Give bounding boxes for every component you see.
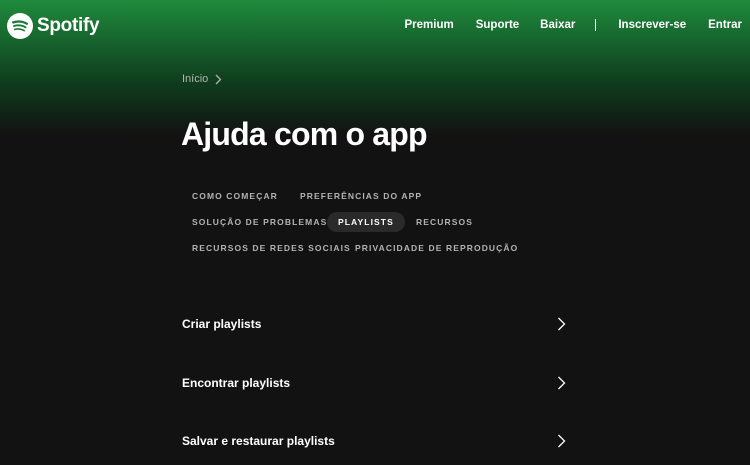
page-title: Ajuda com o app [181, 116, 428, 152]
article-label: Salvar e restaurar playlists [182, 434, 335, 448]
tab-recursos[interactable]: RECURSOS [416, 212, 473, 232]
tab-recursos-de-redes-sociais[interactable]: RECURSOS DE REDES SOCIAIS [192, 238, 351, 258]
article-label: Encontrar playlists [182, 376, 291, 390]
chevron-right-icon [558, 434, 566, 448]
nav-baixar-link[interactable]: Baixar [540, 19, 575, 31]
tab-como-comecar[interactable]: COMO COMEÇAR [192, 186, 278, 206]
article-link-salvar-e-restaurar-playlists[interactable]: Salvar e restaurar playlists [182, 429, 566, 453]
spotify-logo-icon [7, 13, 33, 39]
breadcrumb: Início [182, 73, 222, 85]
chevron-right-icon [558, 317, 566, 331]
tab-preferencias-do-app[interactable]: PREFERÊNCIAS DO APP [300, 186, 422, 206]
chevron-right-icon [558, 376, 566, 390]
logo-wordmark: Spotify [37, 15, 100, 36]
breadcrumb-home-link[interactable]: Início [182, 73, 208, 85]
nav-inscrever-link[interactable]: Inscrever-se [618, 19, 686, 31]
tab-playlists[interactable]: PLAYLISTS [327, 212, 405, 232]
page: Spotify Premium Suporte Baixar Inscrever… [0, 0, 750, 465]
top-header: Spotify Premium Suporte Baixar Inscrever… [0, 0, 750, 52]
nav-premium-link[interactable]: Premium [405, 19, 454, 31]
nav-entrar-link[interactable]: Entrar [708, 19, 742, 31]
tab-solucao-de-problemas[interactable]: SOLUÇÃO DE PROBLEMAS [192, 212, 327, 232]
chevron-right-icon [215, 74, 222, 84]
article-link-criar-playlists[interactable]: Criar playlists [182, 312, 566, 336]
nav-divider [595, 19, 597, 31]
tab-privacidade-de-reproducao[interactable]: PRIVACIDADE DE REPRODUÇÃO [355, 238, 518, 258]
spotify-logo[interactable]: Spotify [7, 13, 100, 39]
nav-suporte-link[interactable]: Suporte [476, 19, 519, 31]
article-label: Criar playlists [182, 317, 262, 331]
main-nav: Premium Suporte Baixar Inscrever-se Entr… [405, 19, 742, 31]
article-link-encontrar-playlists[interactable]: Encontrar playlists [182, 371, 566, 395]
